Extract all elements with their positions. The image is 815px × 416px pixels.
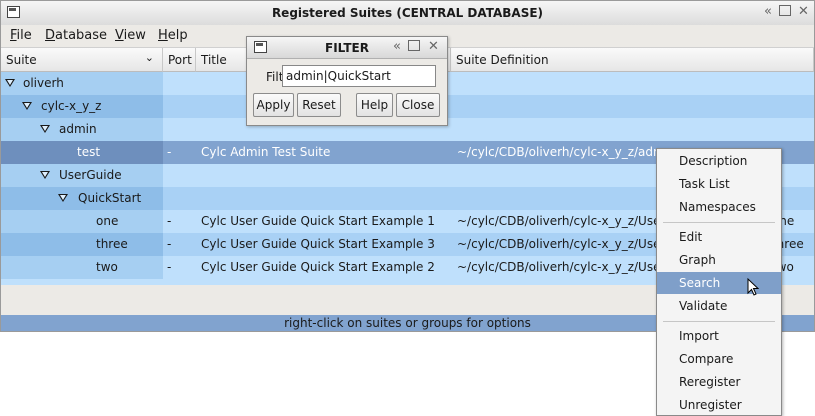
menu-item-edit[interactable]: Edit [657, 226, 781, 248]
suite-title: Cylc Admin Test Suite [201, 145, 331, 159]
menu-item-description[interactable]: Description [657, 150, 781, 172]
menu-database-rest: atabase [55, 28, 108, 43]
suite-name: two [96, 260, 118, 274]
suite-name: UserGuide [59, 168, 122, 182]
help-button[interactable]: Help [356, 93, 393, 117]
column-header-port[interactable]: Port [163, 48, 196, 72]
window-title: Registered Suites (CENTRAL DATABASE) [271, 6, 544, 20]
tree-cell [1, 233, 163, 256]
menu-item-task-list[interactable]: Task List [657, 173, 781, 195]
menu-item-search[interactable]: Search [657, 272, 781, 294]
expander-icon[interactable] [40, 125, 50, 133]
suite-name: one [96, 214, 119, 228]
suite-name: QuickStart [78, 191, 142, 205]
column-header-title-label: Title [201, 53, 227, 67]
suite-name: admin [59, 122, 97, 136]
column-header-port-label: Port [168, 53, 192, 67]
suite-name: cylc-x_y_z [41, 99, 102, 113]
suite-definition: ~/cylc/CDB/oliverh/cylc-x_y_z/admin/test [457, 145, 657, 159]
suite-title: Cylc User Guide Quick Start Example 3 [201, 237, 435, 251]
suite-port: - [167, 260, 172, 274]
menu-file-rest: ile [16, 28, 32, 43]
context-menu: Description Task List Namespaces Edit Gr… [656, 148, 782, 416]
menu-item-reregister[interactable]: Reregister [657, 371, 781, 393]
suite-name: three [96, 237, 128, 251]
menu-item-label: Namespaces [679, 200, 756, 214]
maximize-icon[interactable] [408, 40, 420, 55]
suite-title: Cylc User Guide Quick Start Example 1 [201, 214, 435, 228]
menu-item-label: Validate [679, 299, 728, 313]
menu-item-label: Search [679, 276, 721, 290]
expander-icon[interactable] [22, 102, 32, 110]
chevron-down-icon: ⌄ [144, 51, 154, 64]
menu-item-validate[interactable]: Validate [657, 295, 781, 317]
filter-input[interactable] [282, 65, 436, 87]
menu-item-label: Reregister [679, 375, 741, 389]
menu-separator [663, 321, 775, 322]
suite-port: - [167, 214, 172, 228]
pointer-cursor-icon [747, 277, 760, 296]
menu-separator [663, 222, 775, 223]
menu-item-label: Description [679, 154, 748, 168]
suite-port: - [167, 237, 172, 251]
menu-database[interactable]: Database [45, 28, 107, 43]
expander-icon[interactable] [5, 79, 15, 87]
filter-dialog: FILTER « ✕ Filter Apply Reset Help Close [246, 36, 448, 126]
menu-view[interactable]: View [115, 28, 146, 43]
expander-icon[interactable] [40, 171, 50, 179]
expander-icon[interactable] [58, 194, 68, 202]
suite-title: Cylc User Guide Quick Start Example 2 [201, 260, 435, 274]
tree-cell [1, 210, 163, 233]
column-header-suite[interactable]: Suite ⌄ [1, 48, 163, 72]
menu-item-label: Compare [679, 352, 734, 366]
column-header-suite-definition-label: Suite Definition [456, 53, 549, 67]
shade-icon[interactable]: « [764, 5, 772, 19]
shade-icon[interactable]: « [393, 40, 401, 54]
maximize-icon[interactable] [779, 5, 791, 20]
title-bar[interactable]: Registered Suites (CENTRAL DATABASE) « ✕ [1, 1, 814, 26]
menu-item-unregister[interactable]: Unregister [657, 394, 781, 416]
menu-item-import[interactable]: Import [657, 325, 781, 347]
menu-item-compare[interactable]: Compare [657, 348, 781, 370]
menu-item-namespaces[interactable]: Namespaces [657, 196, 781, 218]
menu-item-label: Import [679, 329, 719, 343]
tree-cell [1, 256, 163, 279]
column-header-suite-label: Suite [6, 53, 37, 67]
close-icon[interactable]: ✕ [428, 40, 439, 54]
filter-title-bar[interactable]: FILTER « ✕ [247, 37, 447, 59]
menu-file[interactable]: File [10, 28, 32, 43]
menu-view-rest: iew [123, 28, 146, 43]
column-header-suite-definition[interactable]: Suite Definition [451, 48, 814, 72]
suite-name: test [77, 145, 101, 159]
close-button[interactable]: Close [396, 93, 440, 117]
reset-button[interactable]: Reset [297, 93, 341, 117]
menu-item-label: Unregister [679, 398, 742, 412]
menu-item-label: Graph [679, 253, 716, 267]
suite-name: oliverh [23, 76, 64, 90]
menu-item-label: Edit [679, 230, 703, 244]
menu-item-graph[interactable]: Graph [657, 249, 781, 271]
menu-item-label: Task List [679, 177, 730, 191]
close-icon[interactable]: ✕ [798, 5, 809, 19]
menu-help[interactable]: Help [158, 28, 188, 43]
suite-port: - [167, 145, 172, 159]
apply-button[interactable]: Apply [253, 93, 294, 117]
menu-help-rest: elp [167, 28, 188, 43]
